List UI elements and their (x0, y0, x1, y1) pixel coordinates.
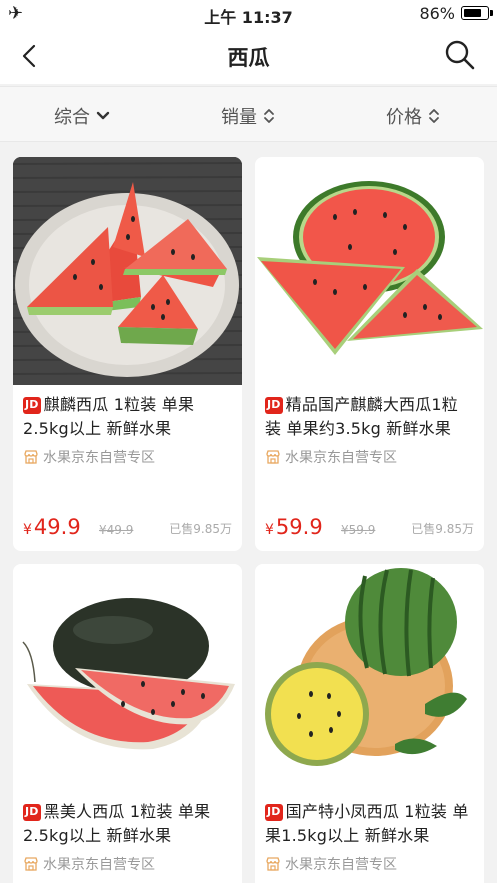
shop-link[interactable]: 水果京东自营专区 (265, 854, 474, 874)
product-image (255, 564, 484, 792)
shop-icon (24, 450, 38, 464)
sort-label: 价格 (386, 107, 422, 128)
shop-link[interactable]: 水果京东自营专区 (23, 854, 232, 874)
search-icon (445, 40, 475, 70)
product-card[interactable]: JD 麒麟西瓜 1粒装 单果2.5kg以上 新鲜水果 水果京东自营专区 ¥49.9… (13, 157, 242, 551)
price: ¥49.9 (23, 515, 81, 539)
battery-percent: 86% (419, 4, 455, 23)
product-name: JD 黑美人西瓜 1粒装 单果2.5kg以上 新鲜水果 (23, 800, 232, 848)
shop-icon (266, 450, 280, 464)
shop-name: 水果京东自营专区 (285, 857, 397, 873)
jd-badge: JD (23, 804, 41, 821)
product-name: JD 国产特小凤西瓜 1粒装 单果1.5kg以上 新鲜水果 (265, 800, 474, 848)
original-price: ¥49.9 (99, 523, 134, 537)
product-title: 麒麟西瓜 1粒装 单果2.5kg以上 新鲜水果 (23, 395, 195, 438)
sort-sales[interactable]: 销量 (221, 103, 275, 129)
shop-name: 水果京东自营专区 (43, 450, 155, 466)
shop-name: 水果京东自营专区 (285, 450, 397, 466)
product-card[interactable]: JD 国产特小凤西瓜 1粒装 单果1.5kg以上 新鲜水果 水果京东自营专区 (255, 564, 484, 883)
shop-link[interactable]: 水果京东自营专区 (265, 447, 474, 467)
product-card[interactable]: JD 精品国产麒麟大西瓜1粒装 单果约3.5kg 新鲜水果 水果京东自营专区 ¥5… (255, 157, 484, 551)
sort-label: 销量 (221, 107, 257, 128)
product-image (13, 157, 242, 385)
price-row: ¥49.9 ¥49.9 已售9.85万 (23, 513, 232, 539)
product-title: 黑美人西瓜 1粒装 单果2.5kg以上 新鲜水果 (23, 802, 211, 845)
product-name: JD 麒麟西瓜 1粒装 单果2.5kg以上 新鲜水果 (23, 393, 232, 441)
shop-icon (266, 857, 280, 871)
nav-bar: 西瓜 (0, 28, 497, 84)
sold-count: 已售9.85万 (169, 522, 232, 536)
sold-count: 已售9.85万 (411, 522, 474, 536)
shop-icon (24, 857, 38, 871)
price: ¥59.9 (265, 515, 323, 539)
original-price: ¥59.9 (341, 523, 376, 537)
product-name: JD 精品国产麒麟大西瓜1粒装 单果约3.5kg 新鲜水果 (265, 393, 474, 441)
price-row: ¥59.9 ¥59.9 已售9.85万 (265, 513, 474, 539)
page-title: 西瓜 (227, 46, 270, 70)
sort-label: 综合 (54, 107, 90, 128)
sort-updown-icon (264, 109, 274, 123)
jd-badge: JD (265, 804, 283, 821)
product-image (13, 564, 242, 792)
shop-name: 水果京东自营专区 (43, 857, 155, 873)
product-title: 精品国产麒麟大西瓜1粒装 单果约3.5kg 新鲜水果 (265, 395, 459, 438)
sort-updown-icon (429, 109, 439, 123)
jd-badge: JD (265, 397, 283, 414)
product-image (255, 157, 484, 385)
product-title: 国产特小凤西瓜 1粒装 单果1.5kg以上 新鲜水果 (265, 802, 469, 845)
sort-comprehensive[interactable]: 综合 (54, 103, 110, 129)
sort-price[interactable]: 价格 (386, 103, 440, 129)
search-button[interactable] (441, 36, 479, 74)
status-bar: ✈ 上午 11:37 86% (0, 0, 497, 28)
shop-link[interactable]: 水果京东自营专区 (23, 447, 232, 467)
jd-badge: JD (23, 397, 41, 414)
sort-bar: 综合 销量 价格 (0, 86, 497, 142)
chevron-down-icon (96, 111, 110, 120)
product-card[interactable]: JD 黑美人西瓜 1粒装 单果2.5kg以上 新鲜水果 水果京东自营专区 (13, 564, 242, 883)
battery-icon (461, 6, 493, 20)
